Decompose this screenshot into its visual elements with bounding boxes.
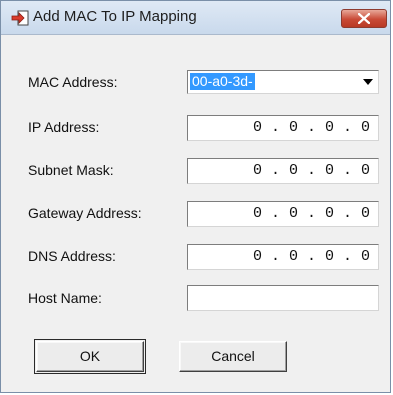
title-bar[interactable]: Add MAC To IP Mapping: [1, 1, 390, 35]
subnet-mask-field[interactable]: 0 . 0 . 0 . 0: [187, 158, 379, 184]
close-icon: [358, 13, 370, 24]
ip-address-field[interactable]: 0 . 0 . 0 . 0: [187, 115, 379, 141]
dialog-content: MAC Address: 00-a0-3d- IP Address: 0 . 0…: [9, 35, 382, 387]
arrow-into-box-icon: [11, 10, 29, 26]
cancel-button[interactable]: Cancel: [179, 341, 287, 372]
gateway-address-field[interactable]: 0 . 0 . 0 . 0: [187, 201, 379, 227]
mac-address-label: MAC Address:: [28, 74, 118, 90]
ok-button[interactable]: OK: [34, 339, 146, 374]
dns-address-field[interactable]: 0 . 0 . 0 . 0: [187, 244, 379, 270]
dialog-window: Add MAC To IP Mapping MAC Address: 00-a0…: [0, 0, 391, 393]
gateway-address-label: Gateway Address:: [28, 205, 142, 221]
close-button[interactable]: [341, 9, 387, 28]
mac-address-value[interactable]: 00-a0-3d-: [190, 73, 255, 90]
dns-address-label: DNS Address:: [28, 248, 116, 264]
window-title: Add MAC To IP Mapping: [33, 8, 197, 25]
subnet-mask-label: Subnet Mask:: [28, 162, 114, 178]
mac-address-combobox[interactable]: 00-a0-3d-: [187, 70, 379, 94]
host-name-field[interactable]: [187, 285, 379, 311]
chevron-down-icon[interactable]: [359, 72, 377, 92]
ip-address-label: IP Address:: [28, 119, 100, 135]
host-name-label: Host Name:: [28, 290, 102, 306]
